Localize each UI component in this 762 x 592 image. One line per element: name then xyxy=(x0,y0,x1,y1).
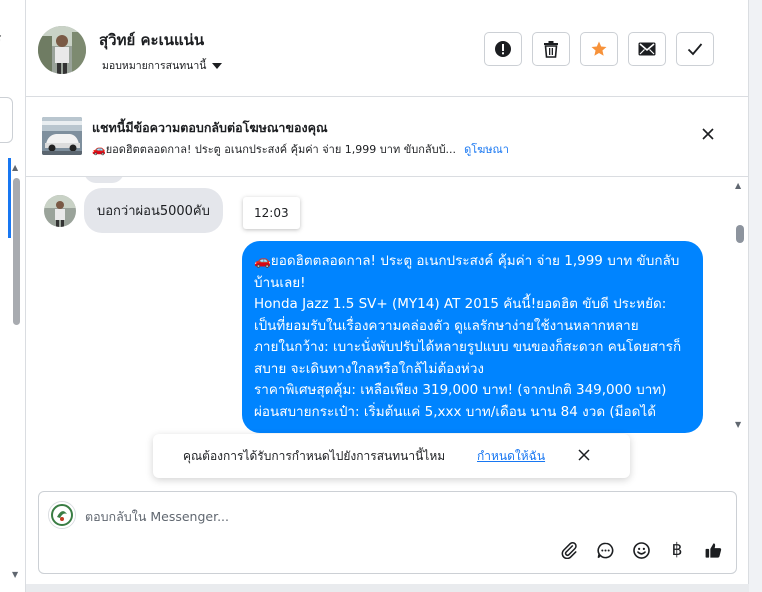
thread-scrollbar-thumb[interactable] xyxy=(736,225,744,243)
ad-banner-title: แชทนี้มีข้อความตอบกลับต่อโฆษณาของคุณ xyxy=(92,120,328,135)
assign-prompt-text: คุณต้องการได้รับการกำหนดไปยังการสนทนานี้… xyxy=(183,449,446,463)
sidebar-accent-bar xyxy=(8,158,11,238)
user-name[interactable]: สุวิทย์ คะเนแน่น xyxy=(99,28,204,52)
close-icon[interactable] xyxy=(702,128,714,140)
thread-scroll-down-arrow[interactable]: ▼ xyxy=(735,420,741,429)
star-button[interactable] xyxy=(580,32,618,66)
sidebar-scroll-down-arrow[interactable]: ▼ xyxy=(12,570,18,579)
mark-done-button[interactable] xyxy=(676,32,714,66)
sidebar-partial-box[interactable] xyxy=(0,97,13,143)
incoming-message-bubble[interactable]: บอกว่าผ่อน5000คับ xyxy=(84,188,223,233)
star-icon xyxy=(591,41,607,56)
assign-prompt-toast: คุณต้องการได้รับการกำหนดไปยังการสนทนานี้… xyxy=(153,434,630,478)
left-sidebar: ร ▲ ▼ xyxy=(0,0,26,592)
thread-scroll-up-arrow[interactable]: ▲ xyxy=(735,181,741,190)
baht-icon[interactable]: ฿ xyxy=(666,539,688,561)
caret-down-icon xyxy=(212,63,223,69)
conversation-header: สุวิทย์ คะเนแน่น มอบหมายการสนทนานี้ xyxy=(26,0,748,97)
check-icon xyxy=(687,43,703,56)
emoji-icon[interactable] xyxy=(630,539,652,561)
page-avatar xyxy=(48,501,76,529)
message-line: Honda Jazz 1.5 SV+ (MY14) AT 2015 คันนี้… xyxy=(254,296,667,334)
reply-composer: ฿ xyxy=(38,491,737,574)
alert-icon xyxy=(495,41,511,57)
message-line: ผ่อนสบายกระเป๋า: เริ่มต้นแค่ 5,xxx บาท/เ… xyxy=(254,403,656,420)
message-line: ภายในกว้าง: เบาะนั่งพับปรับได้หลายรูปแบบ… xyxy=(254,339,682,377)
timestamp-tooltip: 12:03 xyxy=(243,197,300,229)
sidebar-scrollbar-thumb[interactable] xyxy=(13,178,20,325)
assign-to-me-link[interactable]: กำหนดให้ฉัน xyxy=(477,447,545,466)
previous-message-bubble xyxy=(84,177,124,183)
ad-snippet: 🚗ยอดฮิตตลอดกาล! ประตู อเนกประสงค์ คุ้มค่… xyxy=(92,143,457,156)
assign-label: มอบหมายการสนทนานี้ xyxy=(102,60,207,72)
ad-thumbnail[interactable] xyxy=(42,117,82,155)
like-icon[interactable] xyxy=(702,539,724,561)
ad-reply-banner: แชทนี้มีข้อความตอบกลับต่อโฆษณาของคุณ 🚗ยอ… xyxy=(26,97,748,177)
mark-spam-button[interactable] xyxy=(484,32,522,66)
user-avatar[interactable] xyxy=(38,26,86,74)
sender-avatar[interactable] xyxy=(44,195,76,227)
window-edge xyxy=(749,0,762,592)
close-icon[interactable] xyxy=(578,449,590,461)
delete-button[interactable] xyxy=(532,32,570,66)
sidebar-scroll-up-arrow[interactable]: ▲ xyxy=(12,163,18,172)
view-ad-link[interactable]: ดูโฆษณา xyxy=(464,143,509,156)
ad-banner-subtitle: 🚗ยอดฮิตตลอดกาล! ประตู อเนกประสงค์ คุ้มค่… xyxy=(92,140,509,158)
saved-replies-icon[interactable] xyxy=(594,539,616,561)
message-line: ราคาพิเศษสุดคุ้ม: เหลือเพียง 319,000 บาท… xyxy=(254,382,667,398)
outgoing-message-bubble[interactable]: 🚗ยอดฮิตตลอดกาล! ประตู อเนกประสงค์ คุ้มค่… xyxy=(242,241,703,433)
message-thread: บอกว่าผ่อน5000คับ 12:03 🚗ยอดฮิตตลอดกาล! … xyxy=(26,177,748,437)
sidebar-partial-text: ร xyxy=(0,28,2,50)
reply-input[interactable] xyxy=(85,505,685,527)
attachment-icon[interactable] xyxy=(558,539,580,561)
conversation-panel: สุวิทย์ คะเนแน่น มอบหมายการสนทนานี้ แชทน… xyxy=(26,0,749,584)
message-line: 🚗ยอดฮิตตลอดกาล! ประตู อเนกประสงค์ คุ้มค่… xyxy=(254,253,680,291)
trash-icon xyxy=(544,41,558,58)
assign-dropdown[interactable]: มอบหมายการสนทนานี้ xyxy=(102,57,223,74)
mark-unread-button[interactable] xyxy=(628,32,666,66)
mail-icon xyxy=(638,42,656,56)
